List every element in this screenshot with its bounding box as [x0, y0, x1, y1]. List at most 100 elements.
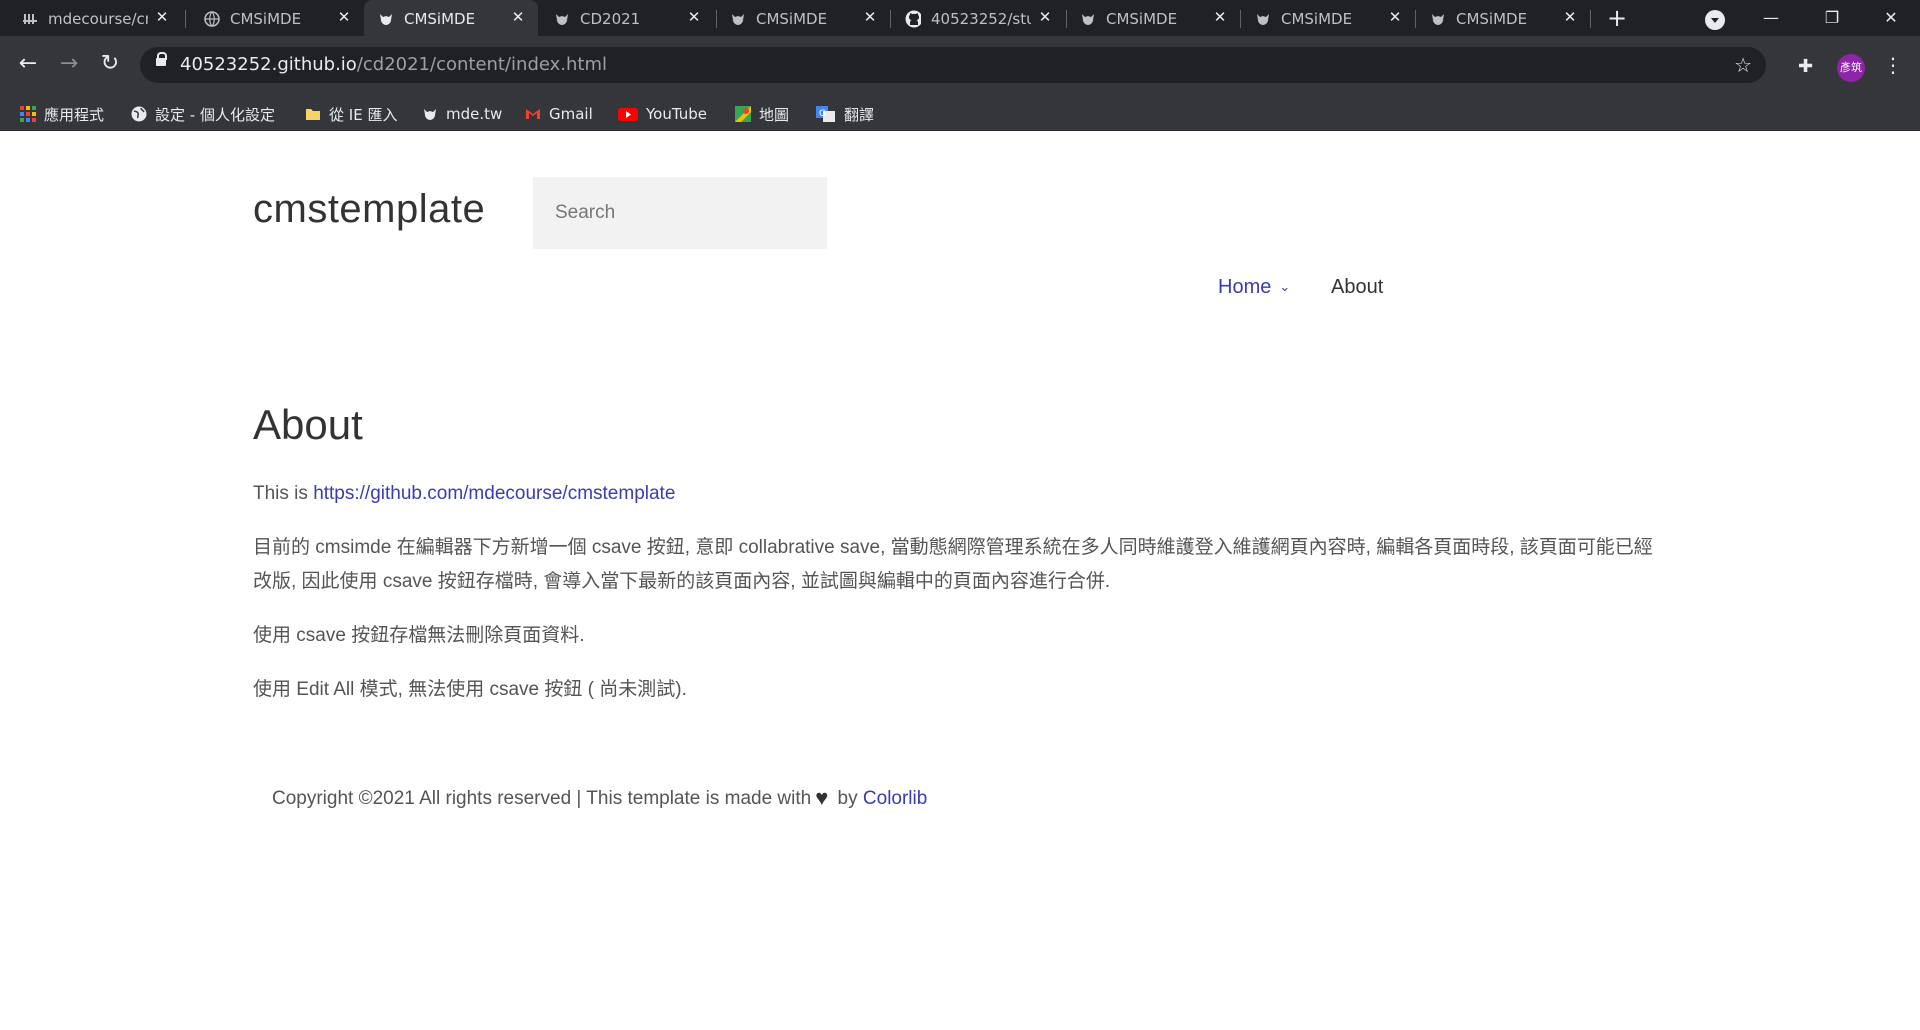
- forward-button[interactable]: →: [55, 50, 83, 78]
- page-footer: Copyright ©2021 All rights reserved | Th…: [272, 785, 927, 811]
- bookmark-youtube[interactable]: YouTube: [618, 104, 707, 124]
- close-tab-icon[interactable]: ✕: [684, 7, 704, 27]
- cmsimde-cat-icon: [730, 11, 746, 27]
- tab-divider: [185, 10, 186, 28]
- bookmark-label: mde.tw: [446, 105, 503, 123]
- maps-icon: [735, 106, 751, 122]
- chevron-down-icon: ⌄: [1279, 279, 1291, 294]
- tab-cd2021[interactable]: CD2021 ✕: [540, 0, 714, 36]
- minimize-window-button[interactable]: —: [1748, 0, 1794, 36]
- bookmarks-bar: 應用程式 設定 - 個人化設定 從 IE 匯入 mde.tw Gmail You…: [0, 96, 1920, 131]
- cmsimde-cat-icon: [378, 11, 394, 27]
- url-text[interactable]: 40523252.github.io/cd2021/content/index.…: [180, 54, 607, 75]
- restore-window-button[interactable]: ❐: [1809, 0, 1855, 36]
- tab-title: CMSiMDE: [404, 10, 476, 28]
- browser-menu-icon[interactable]: ⋮: [1883, 54, 1903, 76]
- extensions-puzzle-icon[interactable]: ✚: [1798, 56, 1813, 77]
- bookmark-label: Gmail: [549, 105, 593, 123]
- bookmark-apps[interactable]: 應用程式: [20, 104, 104, 124]
- bookmark-label: 設定 - 個人化設定: [155, 105, 275, 124]
- bookmark-label: 翻譯: [844, 105, 875, 124]
- browser-tab-strip: mdecourse/cmstemplate ✕ CMSiMDE ✕ CMSiMD…: [0, 0, 1920, 36]
- close-tab-icon[interactable]: ✕: [1560, 7, 1580, 27]
- close-tab-icon[interactable]: ✕: [508, 7, 528, 27]
- cmsimde-cat-icon: [1080, 11, 1096, 27]
- close-tab-icon[interactable]: ✕: [334, 7, 354, 27]
- content-paragraph-1: 目前的 cmsimde 在編輯器下方新增一個 csave 按鈕, 意即 coll…: [253, 537, 1653, 592]
- tab-cmsimde-2[interactable]: CMSiMDE ✕: [716, 0, 890, 36]
- page-title: About: [253, 401, 363, 448]
- footer-text: Copyright ©2021 All rights reserved | Th…: [272, 788, 812, 809]
- site-brand[interactable]: cmstemplate: [253, 187, 485, 232]
- globe-icon: [131, 106, 147, 122]
- github-repo-link[interactable]: https://github.com/mdecourse/cmstemplate: [313, 483, 675, 504]
- new-tab-button[interactable]: +: [1604, 6, 1630, 32]
- apps-grid-icon: [20, 106, 36, 122]
- close-tab-icon[interactable]: ✕: [1210, 7, 1230, 27]
- tab-title: CD2021: [580, 10, 641, 28]
- tab-cmsimde-4[interactable]: CMSiMDE ✕: [1241, 0, 1415, 36]
- bookmark-ie-import[interactable]: 從 IE 匯入: [305, 104, 397, 124]
- tab-title: CMSiMDE: [230, 10, 302, 28]
- close-tab-icon[interactable]: ✕: [152, 7, 172, 27]
- footer-by: by: [832, 788, 863, 809]
- intro-prefix: This is: [253, 483, 314, 504]
- search-input[interactable]: [533, 177, 827, 249]
- bookmark-label: 地圖: [759, 105, 790, 124]
- reload-button[interactable]: ↻: [96, 50, 124, 78]
- bookmark-settings[interactable]: 設定 - 個人化設定: [131, 104, 275, 124]
- content-paragraph-2: 使用 csave 按鈕存檔無法刪除頁面資料.: [253, 625, 585, 646]
- close-tab-icon[interactable]: ✕: [860, 7, 880, 27]
- tab-cmsimde-5[interactable]: CMSiMDE ✕: [1416, 0, 1590, 36]
- close-tab-icon[interactable]: ✕: [1385, 7, 1405, 27]
- cmsimde-cat-icon: [1255, 11, 1271, 27]
- gmail-icon: [525, 106, 541, 122]
- nav-home-label: Home: [1218, 276, 1272, 298]
- cmsimde-cat-icon: [1430, 11, 1446, 27]
- translate-icon: G: [816, 106, 836, 122]
- bookmark-label: 應用程式: [44, 105, 105, 124]
- heart-icon: ♥: [815, 785, 829, 810]
- nav-item-about[interactable]: About: [1331, 276, 1383, 299]
- content-paragraph-3: 使用 Edit All 模式, 無法使用 csave 按鈕 ( 尚未測試).: [253, 679, 687, 700]
- bookmark-gmail[interactable]: Gmail: [525, 104, 593, 124]
- bookmark-label: YouTube: [646, 105, 707, 123]
- web-page: cmstemplate Home ⌄ About About This is ht…: [0, 131, 1920, 1030]
- folder-icon: [305, 106, 321, 122]
- intro-paragraph: This is https://github.com/mdecourse/cms…: [253, 477, 1665, 511]
- tab-title: CMSiMDE: [1106, 10, 1178, 28]
- youtube-icon: [618, 106, 638, 122]
- globe-icon: [204, 11, 220, 27]
- tab-title: CMSiMDE: [1456, 10, 1528, 28]
- lock-icon[interactable]: [156, 52, 167, 66]
- bookmark-label: 從 IE 匯入: [329, 105, 398, 124]
- github-octocat-icon: [22, 11, 38, 27]
- browser-toolbar: ← → ↻ 40523252.github.io/cd2021/content/…: [0, 36, 1920, 96]
- profile-avatar[interactable]: 彥筑: [1837, 54, 1865, 82]
- tab-mdecourse[interactable]: mdecourse/cmstemplate ✕: [8, 0, 182, 36]
- tab-title: CMSiMDE: [756, 10, 828, 28]
- tab-divider: [1590, 10, 1591, 28]
- tab-cmsimde-1[interactable]: CMSiMDE ✕: [190, 0, 364, 36]
- bookmark-mde-tw[interactable]: mde.tw: [422, 104, 502, 124]
- colorlib-link[interactable]: Colorlib: [863, 788, 927, 809]
- tab-cmsimde-3[interactable]: CMSiMDE ✕: [1066, 0, 1240, 36]
- bookmark-star-icon[interactable]: ☆: [1734, 53, 1752, 77]
- tab-title: 40523252/stud: [931, 10, 1031, 28]
- github-icon: [905, 10, 921, 28]
- back-button[interactable]: ←: [14, 50, 42, 78]
- svg-text:G: G: [819, 109, 826, 119]
- bookmark-maps[interactable]: 地圖: [735, 104, 789, 124]
- close-tab-icon[interactable]: ✕: [1035, 7, 1055, 27]
- close-window-button[interactable]: ✕: [1868, 0, 1914, 36]
- tab-github-stud[interactable]: 40523252/stud ✕: [891, 0, 1065, 36]
- bookmark-translate[interactable]: G 翻譯: [816, 104, 874, 124]
- address-bar[interactable]: 40523252.github.io/cd2021/content/index.…: [140, 47, 1766, 83]
- tab-search-button[interactable]: [1705, 10, 1725, 30]
- tab-title: mdecourse/cmstemplate: [48, 10, 148, 28]
- cmsimde-cat-icon: [422, 106, 438, 122]
- tab-cmsimde-active[interactable]: CMSiMDE ✕: [364, 0, 538, 36]
- tab-title: CMSiMDE: [1281, 10, 1353, 28]
- nav-item-home[interactable]: Home ⌄: [1218, 276, 1290, 299]
- cmsimde-cat-icon: [554, 11, 570, 27]
